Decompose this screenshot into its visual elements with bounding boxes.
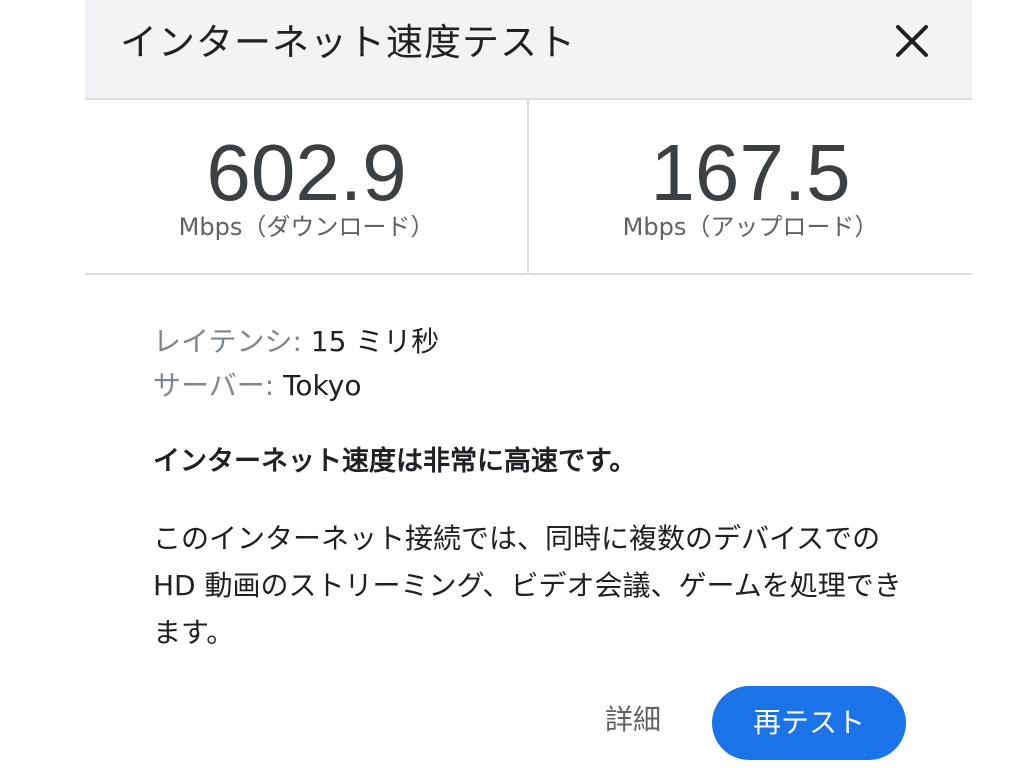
speed-test-card: インターネット速度テスト 602.9 Mbps（ダウンロード） 167.5 Mb… (85, 0, 972, 768)
server-label: サーバー: (153, 369, 275, 402)
latency-value: 15 ミリ秒 (310, 325, 440, 358)
header: インターネット速度テスト (85, 0, 972, 100)
speed-description: このインターネット接続では、同時に複数のデバイスでの HD 動画のストリーミング… (153, 522, 902, 649)
test-details: レイテンシ: 15 ミリ秒 サーバー: Tokyo (153, 320, 913, 408)
upload-result: 167.5 Mbps（アップロード） (529, 100, 972, 273)
speed-summary: インターネット速度は非常に高速です。 (153, 446, 637, 477)
upload-speed-unit: Mbps（アップロード） (622, 213, 879, 241)
server-row: サーバー: Tokyo (153, 364, 913, 408)
retest-button[interactable]: 再テスト (712, 686, 906, 760)
close-button[interactable] (885, 14, 939, 68)
details-button[interactable]: 詳細 (605, 700, 661, 740)
latency-label: レイテンシ: (153, 325, 302, 358)
download-speed-value: 602.9 (206, 128, 407, 217)
server-value: Tokyo (283, 369, 362, 402)
download-result: 602.9 Mbps（ダウンロード） (85, 100, 528, 273)
latency-row: レイテンシ: 15 ミリ秒 (153, 320, 913, 364)
download-speed-unit: Mbps（ダウンロード） (178, 213, 435, 241)
close-icon (896, 25, 928, 57)
upload-speed-value: 167.5 (650, 128, 851, 217)
results-panel: 602.9 Mbps（ダウンロード） 167.5 Mbps（アップロード） (85, 100, 972, 275)
page-title: インターネット速度テスト (120, 21, 576, 64)
